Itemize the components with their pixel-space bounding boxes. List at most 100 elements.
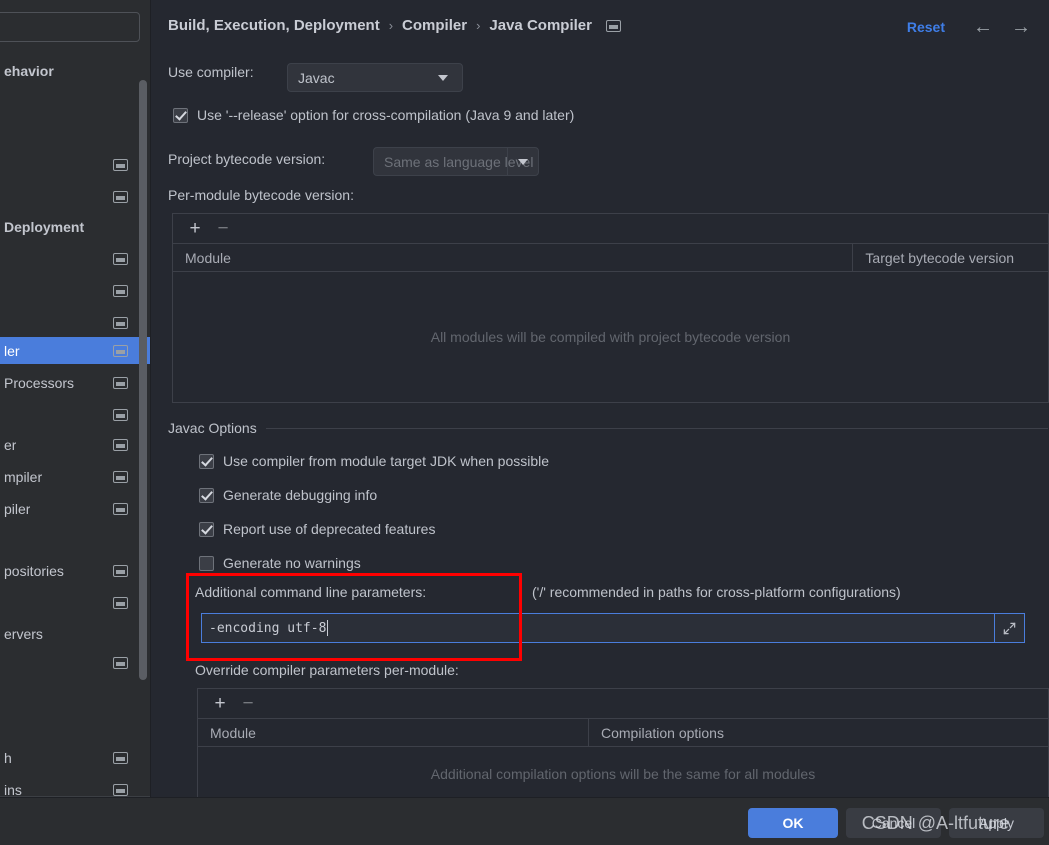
sidebar-item-5[interactable] [0,245,150,272]
project-bytecode-label: Project bytecode version: [168,151,326,167]
window-restore-icon[interactable] [113,284,128,297]
additional-params-row: Additional command line parameters: [195,584,426,600]
project-bytecode-dropdown-button[interactable] [507,148,538,175]
text-cursor [327,620,329,636]
remove-override-button[interactable]: − [237,693,259,715]
column-header-module[interactable]: Module [198,719,588,747]
window-restore-icon[interactable] [113,783,128,796]
sidebar-scrollbar[interactable] [139,80,147,680]
sidebar-item-17[interactable] [0,649,150,676]
window-restore-icon[interactable] [113,751,128,764]
window-restore-icon[interactable] [113,190,128,203]
settings-sidebar[interactable]: ehavior Deployment ler Processors er mpiler pi… [0,0,150,845]
sidebar-item-label: Deployment [4,218,85,235]
breadcrumb-item-2[interactable]: Java Compiler [489,17,592,34]
project-bytecode-row: Project bytecode version: [168,151,325,167]
reset-button[interactable]: Reset [907,19,945,35]
window-restore-icon[interactable] [113,470,128,483]
add-override-button[interactable]: + [209,693,231,715]
additional-params-input[interactable]: -encoding utf-8 [201,613,995,643]
javac-options-group: Javac Options [168,420,1048,436]
sidebar-item-14[interactable]: positories [0,557,150,584]
checkbox-box [173,107,188,123]
breadcrumb-item-0[interactable]: Build, Execution, Deployment [168,17,380,34]
sidebar-item-4[interactable]: Deployment [0,213,150,240]
sidebar-item-0[interactable]: ehavior [0,57,150,84]
column-header-target-bytecode[interactable]: Target bytecode version [852,243,1048,272]
sidebar-item-1[interactable] [0,97,150,124]
javac-checkbox-row-0[interactable]: Use compiler from module target JDK when… [199,453,549,469]
javac-checkbox-row-1[interactable]: Generate debugging info [199,487,377,503]
window-restore-icon[interactable] [113,376,128,389]
cancel-button[interactable]: Cancel [846,808,941,838]
expand-editor-button[interactable] [995,613,1025,643]
sidebar-item-10[interactable] [0,401,150,428]
override-params-label: Override compiler parameters per-module: [195,662,459,678]
window-restore-icon[interactable] [113,596,128,609]
sidebar-item-label: er [4,436,17,453]
javac-checkbox-row-2[interactable]: Report use of deprecated features [199,521,435,537]
chevron-down-icon [438,74,448,81]
override-params-table[interactable]: + − Module Compilation options Additiona… [197,688,1049,803]
window-restore-icon[interactable] [605,19,621,32]
sidebar-item-11[interactable]: er [0,431,150,458]
sidebar-item-3[interactable] [0,183,150,210]
remove-module-button[interactable]: − [212,218,234,240]
column-header-module[interactable]: Module [173,244,852,272]
checkbox-box [199,487,214,503]
dialog-button-bar: OK Cancel Apply CSDN @A-ltfuture [0,797,1049,845]
breadcrumb: Build, Execution, Deployment › Compiler … [168,17,621,34]
use-compiler-select[interactable]: Javac [287,63,463,92]
ok-button[interactable]: OK [748,808,838,838]
group-divider [265,427,1048,429]
override-empty-text: Additional compilation options will be t… [430,765,816,782]
release-option-row[interactable]: Use '--release' option for cross-compila… [173,107,574,123]
add-module-button[interactable]: + [184,218,206,240]
report-deprecated-checkbox[interactable]: Report use of deprecated features [199,521,435,537]
use-module-jdk-checkbox[interactable]: Use compiler from module target JDK when… [199,453,549,469]
javac-checkbox-row-3[interactable]: Generate no warnings [199,555,361,571]
chevron-down-icon [518,158,528,165]
window-restore-icon[interactable] [113,438,128,451]
apply-button[interactable]: Apply [949,808,1044,838]
sidebar-item-2[interactable] [0,151,150,178]
sidebar-item-6[interactable] [0,277,150,304]
override-table-empty-message: Additional compilation options will be t… [198,747,1048,800]
window-restore-icon[interactable] [113,408,128,421]
window-restore-icon[interactable] [113,158,128,171]
sidebar-item-label: piler [4,500,31,517]
sidebar-item-16[interactable]: ervers [0,620,150,647]
sidebar-item-label: ervers [4,625,43,642]
window-restore-icon[interactable] [113,316,128,329]
use-compiler-value: Javac [298,69,335,86]
sidebar-item-7[interactable] [0,309,150,336]
window-restore-icon[interactable] [113,656,128,669]
back-arrow-icon[interactable]: ← [971,17,995,39]
settings-tree[interactable]: ehavior Deployment ler Processors er mpiler pi… [0,52,150,812]
sidebar-item-18[interactable]: h [0,744,150,771]
generate-no-warnings-checkbox[interactable]: Generate no warnings [199,555,361,571]
window-restore-icon[interactable] [113,252,128,265]
bytecode-table-toolbar: + − [173,214,1048,244]
window-restore-icon[interactable] [113,564,128,577]
sidebar-item-12[interactable]: mpiler [0,463,150,490]
sidebar-item-9[interactable]: Processors [0,369,150,396]
column-header-compilation-options[interactable]: Compilation options [588,718,1048,747]
bytecode-empty-text: All modules will be compiled with projec… [430,328,791,345]
generate-debugging-info-checkbox[interactable]: Generate debugging info [199,487,377,503]
override-table-toolbar: + − [198,689,1048,719]
sidebar-item-8[interactable]: ler [0,337,150,364]
bytecode-version-table[interactable]: + − Module Target bytecode version All m… [172,213,1049,403]
sidebar-item-13[interactable]: piler [0,495,150,522]
breadcrumb-item-1[interactable]: Compiler [402,17,467,34]
sidebar-item-label: h [4,749,12,766]
release-option-checkbox[interactable]: Use '--release' option for cross-compila… [173,107,574,123]
forward-arrow-icon[interactable]: → [1009,17,1033,39]
window-restore-icon[interactable] [113,344,128,357]
project-bytecode-select[interactable]: Same as language level [373,147,539,176]
sidebar-item-15[interactable] [0,589,150,616]
window-restore-icon[interactable] [113,502,128,515]
sidebar-search-input[interactable] [0,12,140,42]
release-option-label: Use '--release' option for cross-compila… [197,107,575,123]
additional-params-label: Additional command line parameters: [195,584,427,600]
